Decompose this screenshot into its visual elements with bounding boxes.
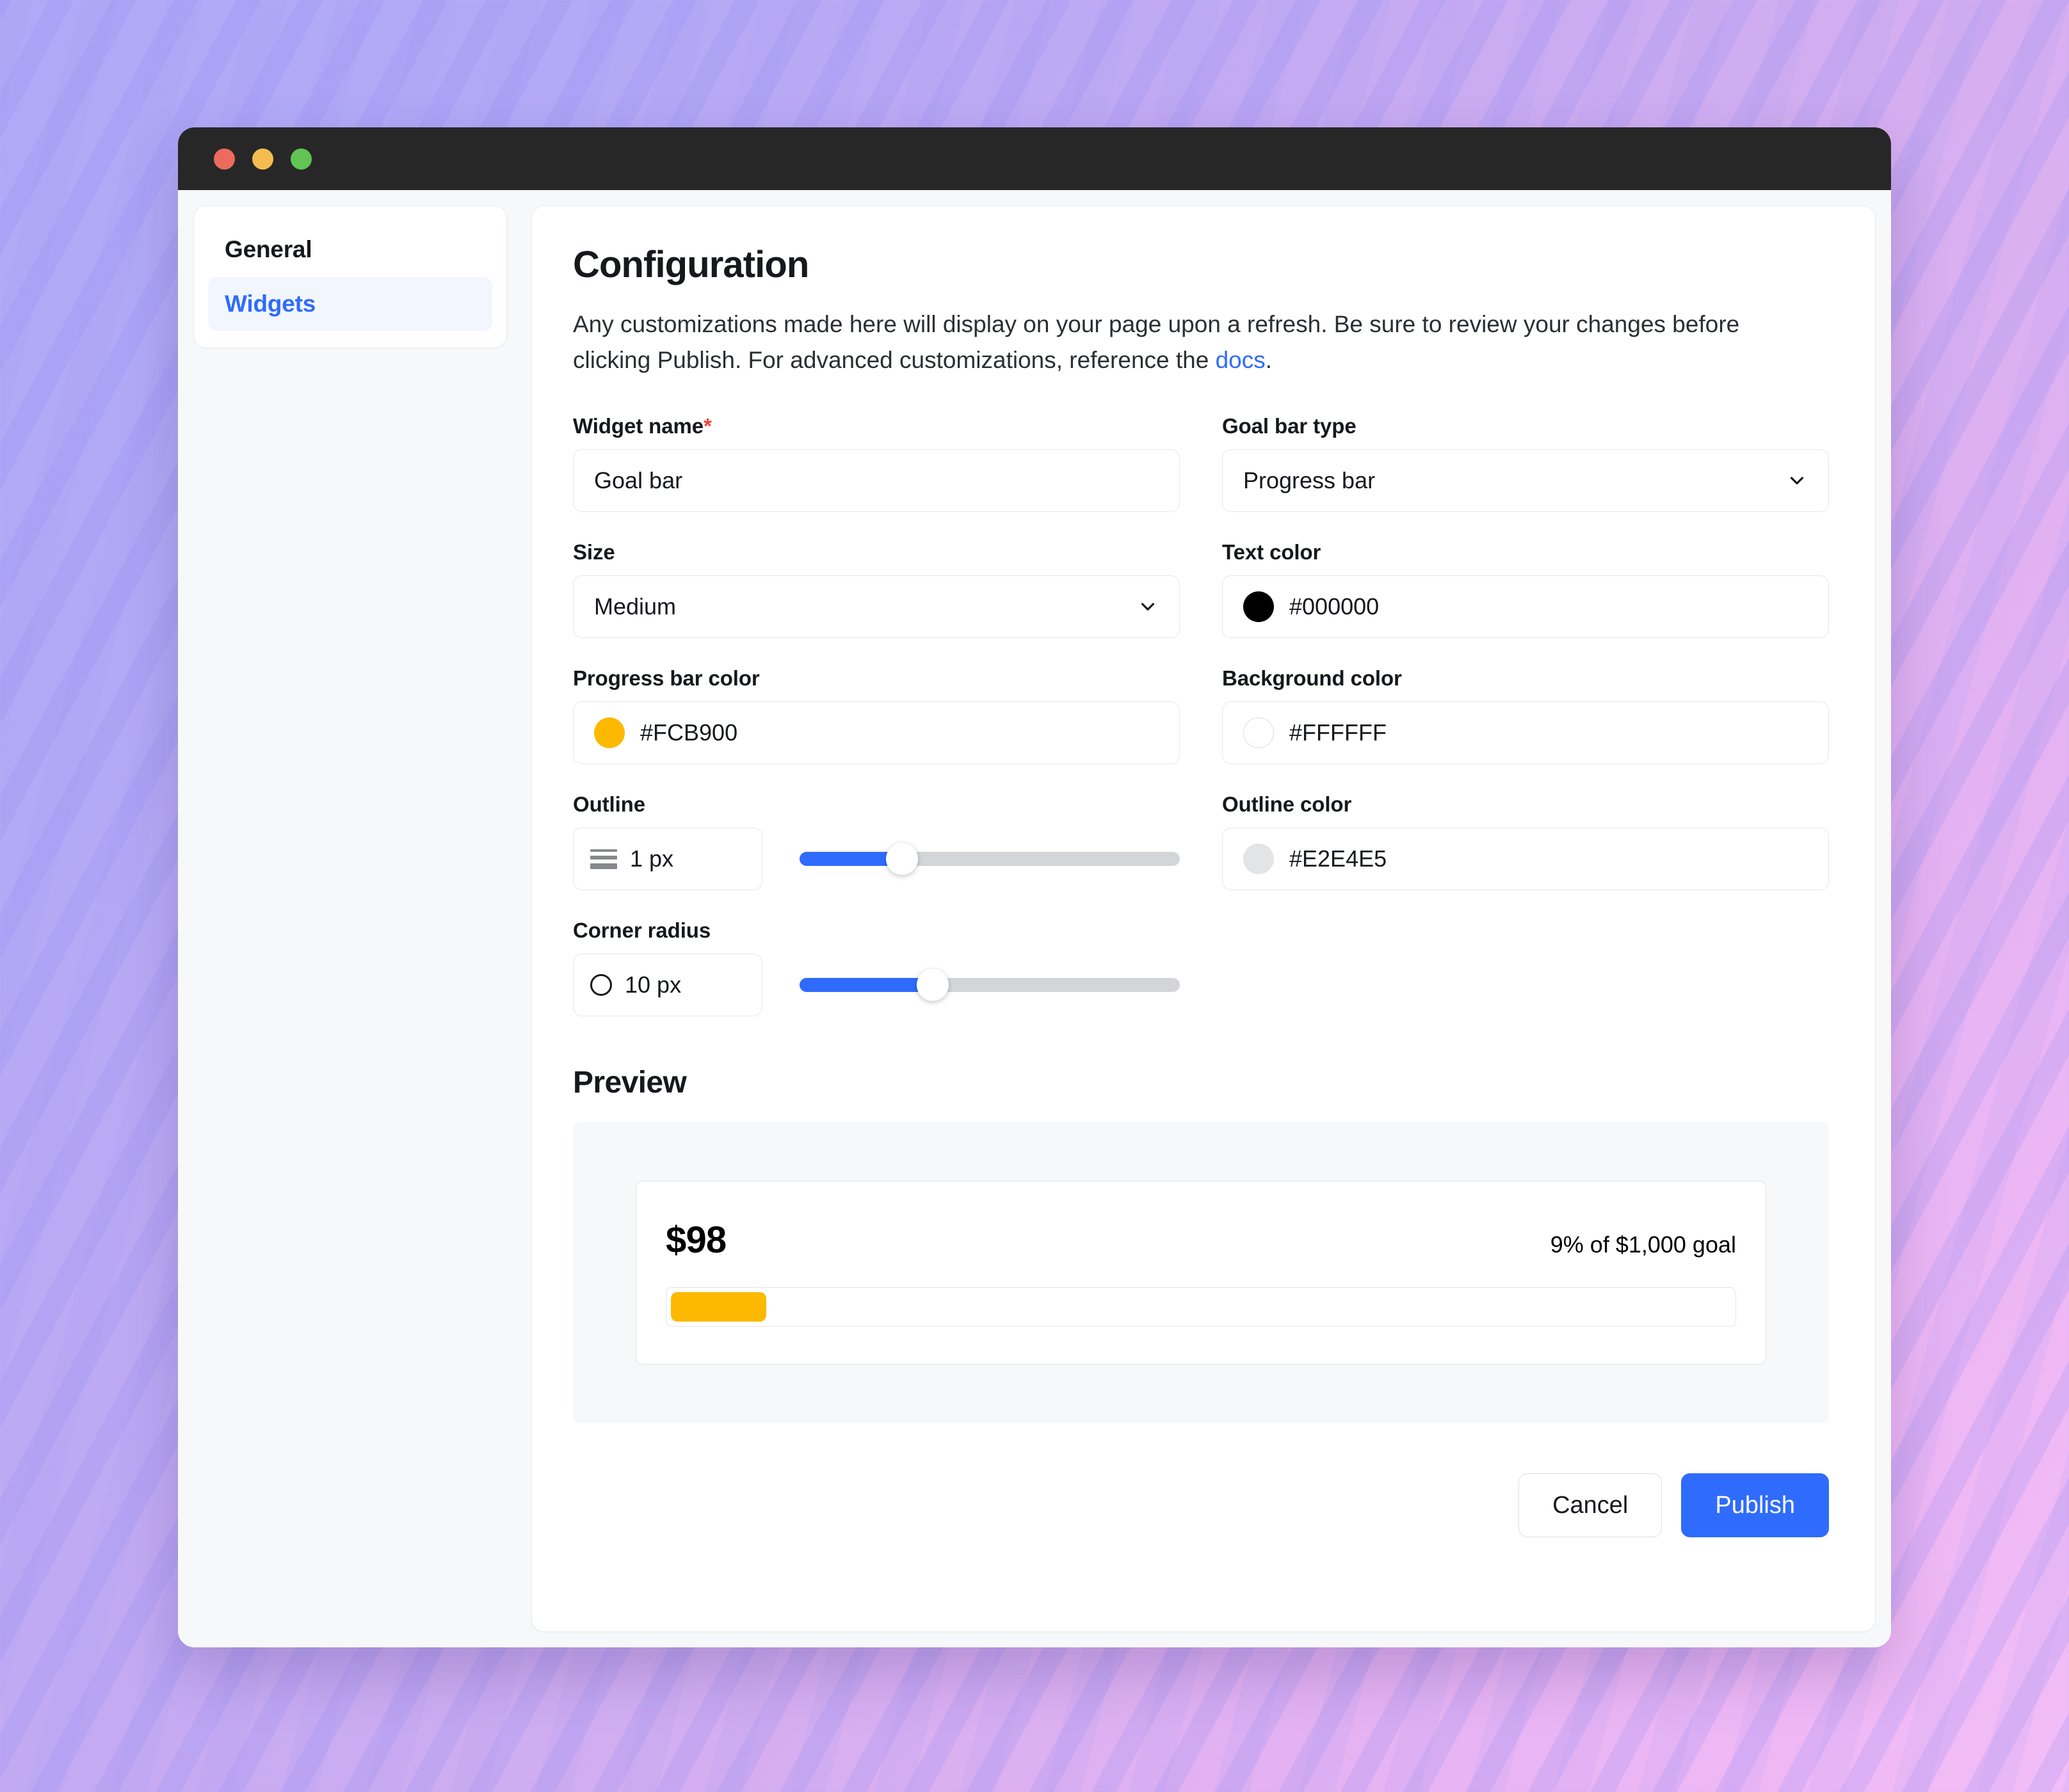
widget-name-label-text: Widget name: [573, 414, 704, 438]
widget-name-label: Widget name*: [573, 414, 1180, 438]
window-titlebar: [178, 127, 1891, 190]
field-size: Size Medium: [573, 540, 1180, 639]
field-background-color: Background color #FFFFFF: [1222, 666, 1829, 765]
text-color-input[interactable]: #000000: [1222, 575, 1829, 639]
sidebar-item-label: Widgets: [225, 290, 316, 317]
goal-amount: $98: [666, 1219, 727, 1261]
corner-radius-value: 10 px: [625, 972, 682, 998]
description-text-part2: .: [1265, 347, 1273, 374]
field-progress-bar-color: Progress bar color #FCB900: [573, 666, 1180, 765]
goal-bar-type-label: Goal bar type: [1222, 414, 1357, 438]
field-outline: Outline 1 px: [573, 792, 1180, 891]
publish-button[interactable]: Publish: [1681, 1473, 1829, 1538]
goal-progress-track: [666, 1287, 1736, 1327]
corner-radius-slider[interactable]: [800, 967, 1180, 1003]
app-window: General Widgets Configuration Any custom…: [178, 127, 1891, 1647]
page-description: Any customizations made here will displa…: [573, 307, 1815, 378]
widget-name-value: Goal bar: [594, 467, 683, 494]
sidebar-item-label: General: [225, 236, 312, 262]
close-window-button[interactable]: [214, 148, 235, 170]
corner-radius-value-input[interactable]: 10 px: [573, 954, 762, 1017]
preview-panel: $98 9% of $1,000 goal: [573, 1122, 1829, 1424]
color-swatch-icon[interactable]: [594, 717, 625, 749]
outline-label: Outline: [573, 792, 645, 817]
cancel-button[interactable]: Cancel: [1518, 1473, 1662, 1538]
color-swatch-icon[interactable]: [1243, 717, 1274, 749]
field-outline-color: Outline color #E2E4E5: [1222, 792, 1829, 891]
docs-link[interactable]: docs: [1216, 347, 1266, 373]
background-color-label: Background color: [1222, 666, 1402, 691]
corner-radius-controls: 10 px: [573, 954, 1180, 1017]
color-swatch-icon[interactable]: [1243, 591, 1274, 623]
progress-bar-color-label: Progress bar color: [573, 666, 760, 691]
slider-thumb[interactable]: [886, 843, 919, 876]
circle-icon: [590, 974, 612, 996]
minimize-window-button[interactable]: [252, 148, 273, 170]
sidebar-item-general[interactable]: General: [208, 223, 492, 277]
page-title: Configuration: [573, 244, 809, 285]
goal-bar-widget: $98 9% of $1,000 goal: [636, 1181, 1766, 1365]
size-value: Medium: [594, 593, 677, 620]
slider-thumb[interactable]: [916, 969, 949, 1002]
progress-bar-color-value: #FCB900: [640, 719, 738, 746]
chevron-down-icon: [1137, 596, 1159, 618]
chevron-down-icon: [1786, 470, 1808, 492]
window-body: General Widgets Configuration Any custom…: [178, 190, 1891, 1647]
corner-radius-label: Corner radius: [573, 918, 711, 943]
goal-bar-type-value: Progress bar: [1243, 467, 1376, 494]
goal-bar-widget-header: $98 9% of $1,000 goal: [666, 1219, 1736, 1261]
field-text-color: Text color #000000: [1222, 540, 1829, 639]
background-color-value: #FFFFFF: [1289, 719, 1387, 746]
field-goal-bar-type: Goal bar type Progress bar: [1222, 414, 1829, 513]
color-swatch-icon[interactable]: [1243, 844, 1274, 875]
size-label: Size: [573, 540, 615, 564]
text-color-value: #000000: [1289, 593, 1380, 620]
field-corner-radius: Corner radius 10 px: [573, 918, 1180, 1017]
size-select[interactable]: Medium: [573, 575, 1180, 639]
goal-bar-type-select[interactable]: Progress bar: [1222, 449, 1829, 513]
configuration-form: Widget name* Goal bar Goal bar type Prog…: [573, 414, 1829, 1017]
sidebar-nav: General Widgets: [193, 205, 507, 349]
slider-fill: [800, 978, 933, 993]
sidebar-item-widgets[interactable]: Widgets: [208, 276, 492, 332]
maximize-window-button[interactable]: [291, 148, 312, 170]
form-actions: Cancel Publish: [573, 1473, 1829, 1538]
outline-controls: 1 px: [573, 828, 1180, 891]
outline-value-input[interactable]: 1 px: [573, 828, 762, 891]
outline-color-input[interactable]: #E2E4E5: [1222, 828, 1829, 891]
lines-icon: [590, 849, 617, 869]
goal-progress-text: 9% of $1,000 goal: [1550, 1231, 1736, 1258]
grid-spacer: [1222, 918, 1829, 1016]
description-text-part1: Any customizations made here will displa…: [573, 311, 1740, 374]
goal-progress-fill: [671, 1292, 767, 1322]
required-asterisk: *: [703, 414, 712, 438]
outline-value: 1 px: [630, 845, 674, 872]
outline-color-label: Outline color: [1222, 792, 1352, 817]
outline-color-value: #E2E4E5: [1289, 845, 1387, 872]
preview-heading: Preview: [573, 1066, 687, 1100]
field-widget-name: Widget name* Goal bar: [573, 414, 1180, 513]
configuration-panel: Configuration Any customizations made he…: [531, 205, 1876, 1632]
progress-bar-color-input[interactable]: #FCB900: [573, 701, 1180, 765]
outline-slider[interactable]: [800, 841, 1180, 877]
widget-name-input[interactable]: Goal bar: [573, 449, 1180, 513]
background-color-input[interactable]: #FFFFFF: [1222, 701, 1829, 765]
text-color-label: Text color: [1222, 540, 1321, 564]
